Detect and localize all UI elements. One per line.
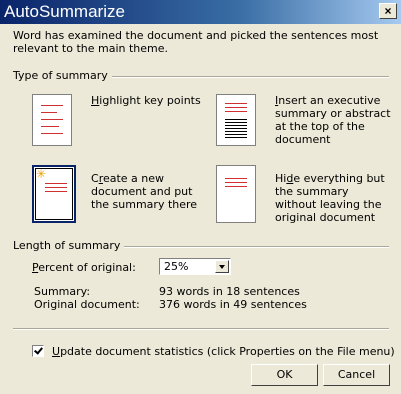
original-stat-label: Original document:	[34, 298, 140, 311]
dialog-title: AutoSummarize	[4, 2, 125, 21]
percent-of-original-label: Percent of original:	[32, 261, 136, 274]
autosummarize-dialog: AutoSummarize × Word has examined the do…	[0, 0, 401, 394]
hide-everything-option[interactable]: Hide everything but the summary without …	[275, 172, 393, 224]
create-new-document-option[interactable]: Create a new document and put the summar…	[91, 172, 201, 211]
sparkle-icon: ✳	[36, 167, 47, 181]
title-bar[interactable]: AutoSummarize ×	[0, 0, 401, 24]
length-group-label: Length of summary	[13, 239, 125, 252]
update-statistics-checkbox[interactable]	[32, 345, 44, 357]
update-statistics-label[interactable]: Update document statistics (click Proper…	[52, 345, 395, 358]
summary-stat-value: 93 words in 18 sentences	[159, 285, 300, 298]
close-icon: ×	[384, 4, 392, 18]
cancel-button[interactable]: Cancel	[323, 364, 390, 386]
type-group-label: Type of summary	[13, 69, 112, 82]
highlight-key-points-option[interactable]: Highlight key points	[91, 94, 201, 107]
chevron-down-icon[interactable]	[215, 260, 229, 273]
percent-of-original-select[interactable]: 25%	[159, 258, 231, 275]
close-button[interactable]: ×	[379, 3, 397, 19]
original-stat-value: 376 words in 49 sentences	[159, 298, 307, 311]
ok-button[interactable]: OK	[251, 364, 318, 386]
create-new-document-thumbnail[interactable]: ✳	[32, 165, 76, 223]
intro-text: Word has examined the document and picke…	[13, 29, 379, 55]
hide-everything-thumbnail[interactable]	[216, 165, 256, 223]
summary-stat-label: Summary:	[34, 285, 91, 298]
separator	[13, 328, 389, 330]
insert-summary-option[interactable]: Insert an executive summary or abstract …	[275, 94, 393, 146]
insert-summary-thumbnail[interactable]	[216, 94, 256, 146]
highlight-key-points-thumbnail[interactable]	[32, 94, 72, 146]
percent-value: 25%	[164, 260, 189, 273]
